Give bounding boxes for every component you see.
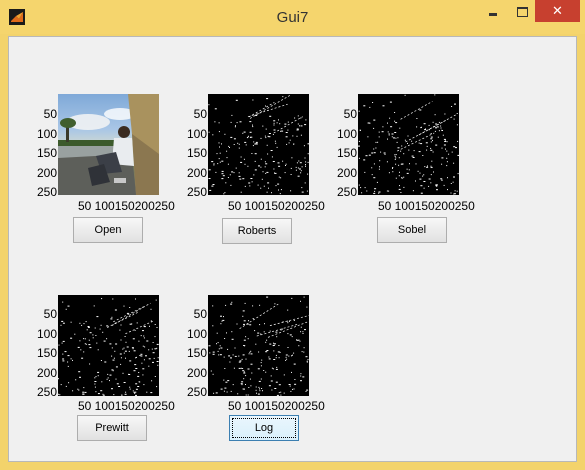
minimize-button[interactable] — [478, 0, 508, 22]
y-tick-label: 150 — [36, 346, 57, 360]
y-tick-label: 50 — [193, 307, 207, 321]
y-tick-label: 50 — [343, 107, 357, 121]
y-tick-label: 250 — [186, 385, 207, 399]
y-tick-label: 200 — [336, 166, 357, 180]
y-tick-label: 100 — [336, 127, 357, 141]
y-tick-label: 50 — [193, 107, 207, 121]
x-tick-labels: 50 100150200250 — [228, 399, 325, 413]
x-tick-labels: 50 100150200250 — [78, 199, 175, 213]
sobel-button[interactable]: Sobel — [377, 217, 447, 243]
y-tick-label: 50 — [43, 307, 57, 321]
y-tick-label: 200 — [36, 166, 57, 180]
close-button[interactable]: ✕ — [535, 0, 580, 22]
x-tick-labels: 50 100150200250 — [228, 199, 325, 213]
roberts-edge-image — [208, 94, 309, 195]
y-tick-label: 200 — [36, 366, 57, 380]
original-image — [58, 94, 159, 195]
figure-client-area: 50 100 150 200 250 50 100150200250 Open … — [8, 36, 577, 462]
y-tick-label: 250 — [36, 385, 57, 399]
y-tick-label: 150 — [186, 346, 207, 360]
sobel-edge-image — [358, 94, 459, 195]
prewitt-button[interactable]: Prewitt — [77, 415, 147, 441]
prewitt-edge-image — [58, 295, 159, 396]
y-tick-label: 50 — [43, 107, 57, 121]
y-tick-label: 100 — [36, 327, 57, 341]
roberts-button[interactable]: Roberts — [222, 218, 292, 244]
maximize-button[interactable] — [509, 0, 535, 22]
y-tick-label: 200 — [186, 366, 207, 380]
y-tick-label: 150 — [36, 146, 57, 160]
x-tick-labels: 50 100150200250 — [378, 199, 475, 213]
y-tick-label: 250 — [36, 185, 57, 199]
log-edge-image — [208, 295, 309, 396]
x-tick-labels: 50 100150200250 — [78, 399, 175, 413]
open-button[interactable]: Open — [73, 217, 143, 243]
log-button[interactable]: Log — [229, 415, 299, 441]
y-tick-label: 150 — [336, 146, 357, 160]
y-tick-label: 250 — [186, 185, 207, 199]
y-tick-label: 100 — [186, 127, 207, 141]
y-tick-label: 250 — [336, 185, 357, 199]
y-tick-label: 200 — [186, 166, 207, 180]
title-bar[interactable]: Gui7 ✕ — [0, 0, 585, 34]
y-tick-label: 150 — [186, 146, 207, 160]
y-tick-label: 100 — [36, 127, 57, 141]
y-tick-label: 100 — [186, 327, 207, 341]
